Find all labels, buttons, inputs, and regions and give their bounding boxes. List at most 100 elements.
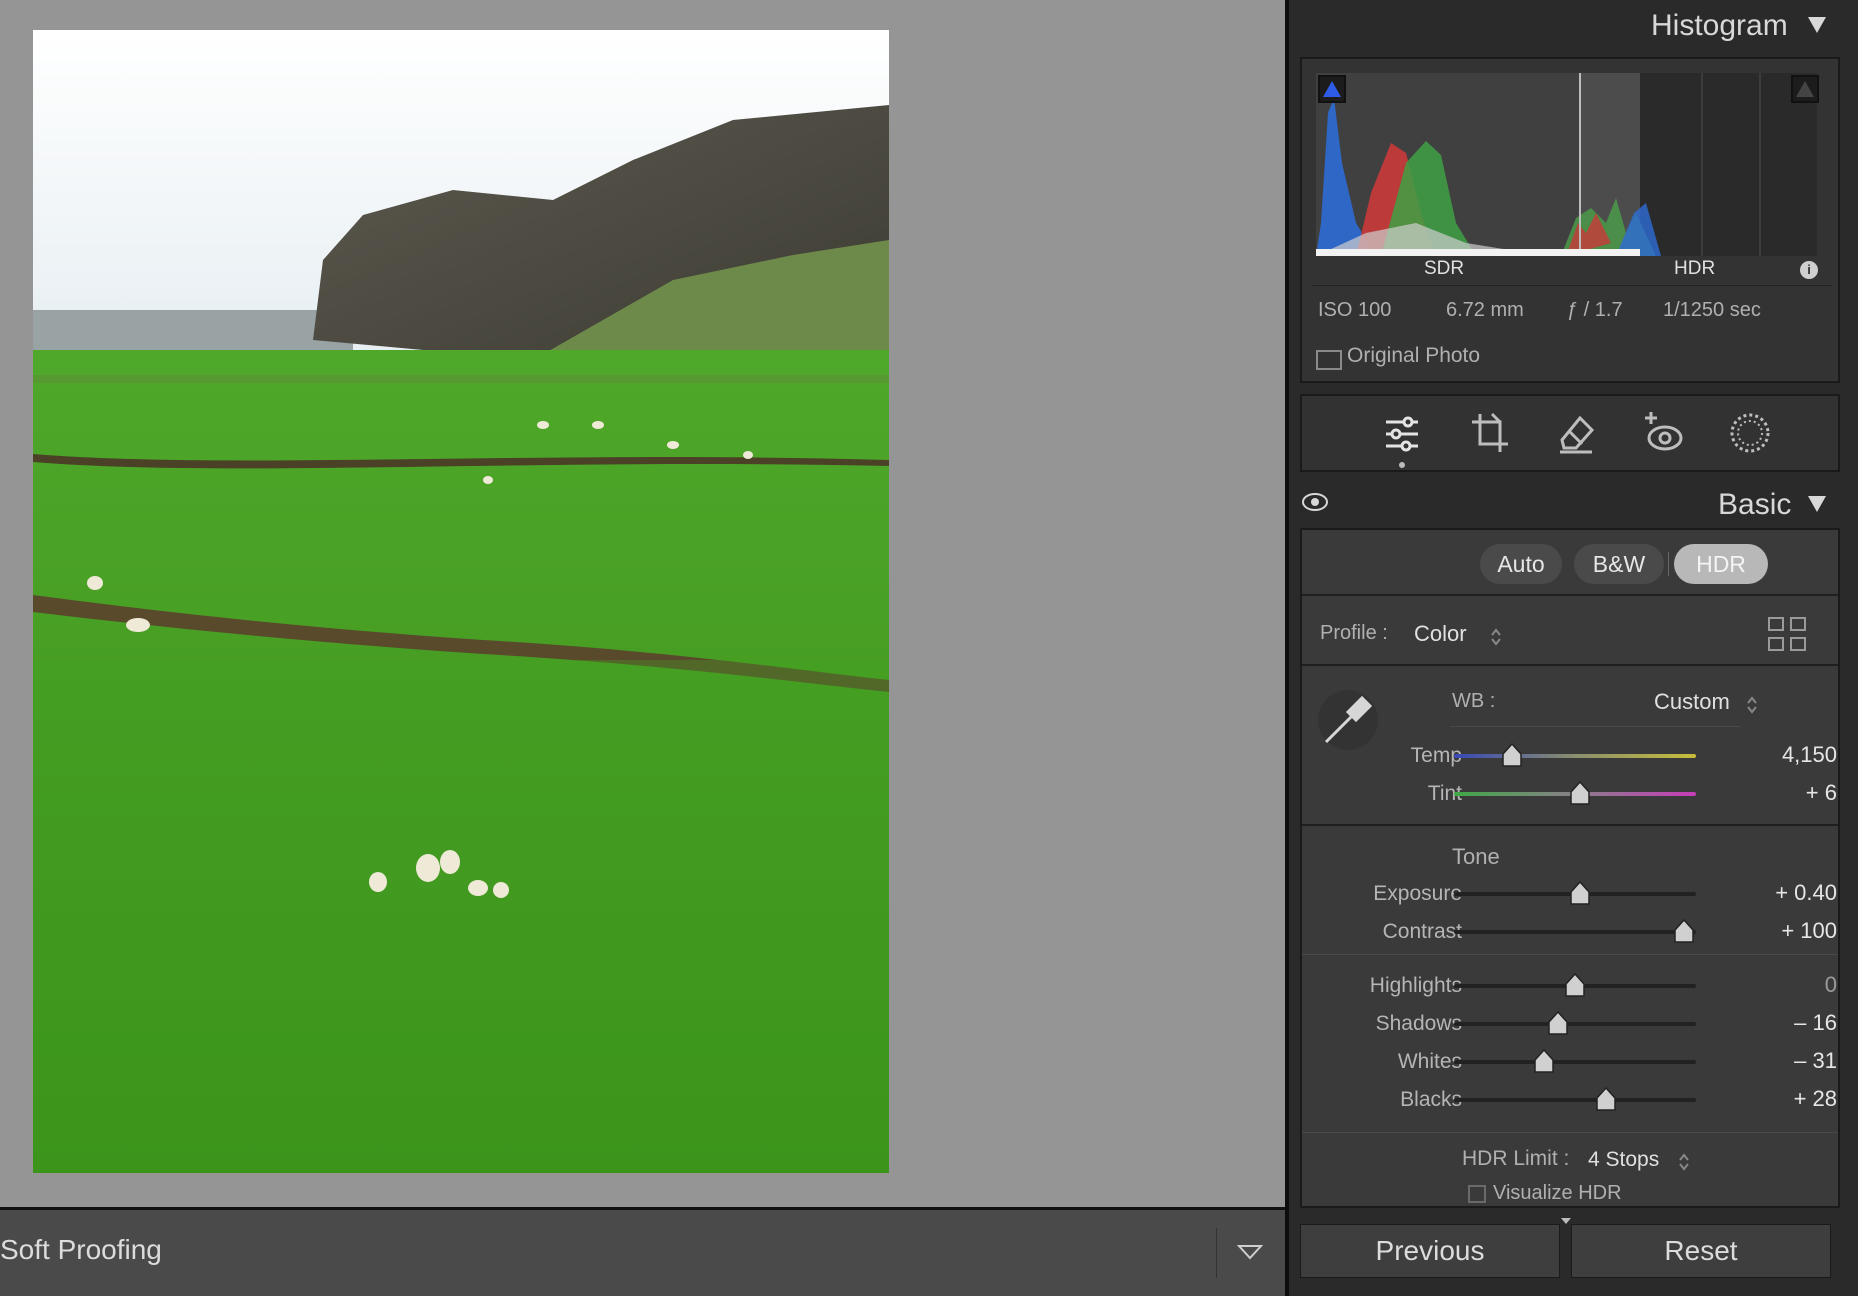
exposure-value[interactable]: + 0.40 [1707,880,1837,906]
contrast-slider-thumb[interactable] [1673,918,1695,944]
aperture-info: ƒ / 1.7 [1567,299,1623,321]
edit-icon[interactable] [1382,414,1422,459]
temp-label: Temp [1410,744,1462,767]
basic-panel: Auto B&W HDR Profile : Color WB : Custom… [1300,528,1840,1208]
highlights-value[interactable]: 0 [1707,972,1837,998]
hdr-limit-dropdown[interactable]: 4 Stops [1588,1148,1659,1172]
shadows-slider[interactable] [1454,1010,1696,1038]
histogram-chart [1316,73,1817,256]
tint-slider[interactable] [1454,780,1696,808]
focal-length-info: 6.72 mm [1446,299,1524,321]
profile-dropdown[interactable]: Color [1414,621,1467,647]
mask-icon[interactable] [1729,412,1771,459]
shadows-value[interactable]: – 16 [1707,1010,1837,1036]
blacks-label: Blacks [1400,1088,1462,1111]
exposure-slider-thumb[interactable] [1569,880,1591,906]
temp-value[interactable]: 4,150 [1707,742,1837,768]
active-tool-indicator [1399,462,1405,468]
wb-label: WB : [1452,690,1496,712]
profile-browser-grid-icon[interactable] [1767,616,1807,657]
histogram-panel: SDR HDR i ISO 100 6.72 mm ƒ / 1.7 1/1250… [1300,57,1840,383]
section-divider [1302,664,1838,666]
temp-slider-track [1454,754,1696,758]
basic-collapse-icon[interactable] [1807,495,1827,518]
contrast-slider[interactable] [1454,918,1696,946]
blacks-value[interactable]: + 28 [1707,1086,1837,1112]
contrast-value[interactable]: + 100 [1707,918,1837,944]
exposure-label: Exposure [1373,882,1462,905]
info-icon[interactable]: i [1800,261,1818,279]
shadows-slider-track [1454,1022,1696,1026]
histogram-divider [1312,285,1832,286]
toolbar-menu-chevron-icon[interactable] [1236,1244,1264,1265]
right-panel: Histogram SDR HDR i ISO 100 6.72 mm ƒ / … [1289,0,1858,1296]
original-photo-label[interactable]: Original Photo [1347,344,1480,368]
shadows-slider-thumb[interactable] [1547,1010,1569,1036]
shadows-label: Shadows [1375,1012,1462,1035]
wb-stepper-icon[interactable] [1746,695,1758,720]
hdr-label: HDR [1674,258,1716,279]
histogram-collapse-icon[interactable] [1807,16,1827,39]
auto-button[interactable]: Auto [1480,544,1562,584]
section-divider [1302,824,1838,826]
wb-eyedropper-button[interactable] [1318,690,1378,750]
profile-stepper-icon[interactable] [1490,627,1502,652]
whites-slider[interactable] [1454,1048,1696,1076]
histogram-title[interactable]: Histogram [1651,9,1788,43]
soft-proofing-label[interactable]: Soft Proofing [0,1234,162,1266]
contrast-slider-track [1454,930,1696,934]
tint-label: Tint [1427,782,1462,805]
basic-title[interactable]: Basic [1718,488,1791,522]
original-photo-checkbox[interactable] [1316,350,1342,370]
tone-heading: Tone [1452,844,1500,869]
subsection-divider [1302,954,1838,955]
wb-dropdown[interactable]: Custom [1654,689,1730,715]
blacks-slider[interactable] [1454,1086,1696,1114]
eyedropper-icon [1324,695,1373,744]
histogram-graph[interactable] [1316,73,1817,256]
subsection-divider [1302,1132,1838,1133]
button-separator [1668,552,1669,576]
highlights-slider-thumb[interactable] [1564,972,1586,998]
sdr-label: SDR [1424,258,1465,279]
iso-info: ISO 100 [1318,299,1392,321]
shadow-clipping-toggle[interactable] [1318,75,1346,103]
tool-strip [1300,394,1840,472]
triangle-up-icon [1796,81,1814,97]
whites-value[interactable]: – 31 [1707,1048,1837,1074]
temp-slider[interactable] [1454,742,1696,770]
previous-button[interactable]: Previous [1300,1224,1560,1278]
photo-image [33,30,889,1173]
blacks-slider-thumb[interactable] [1595,1086,1617,1112]
hdr-limit-label: HDR Limit : [1462,1147,1570,1170]
bottom-toolbar: Soft Proofing [0,1207,1285,1296]
highlights-slider[interactable] [1454,972,1696,1000]
tint-slider-thumb[interactable] [1569,780,1591,806]
hdr-button[interactable]: HDR [1674,544,1768,584]
triangle-up-icon [1323,81,1341,97]
bw-button[interactable]: B&W [1574,544,1664,584]
blacks-slider-track [1454,1098,1696,1102]
whites-slider-track [1454,1060,1696,1064]
profile-label: Profile : [1320,622,1388,644]
visibility-eye-icon[interactable] [1302,493,1328,516]
temp-slider-thumb[interactable] [1501,742,1523,768]
heal-icon[interactable] [1556,412,1596,459]
wb-underline [1450,726,1740,727]
visualize-hdr-label[interactable]: Visualize HDR [1493,1182,1622,1205]
shutter-info: 1/1250 sec [1663,299,1761,321]
visualize-hdr-checkbox[interactable] [1468,1185,1486,1203]
highlight-clipping-toggle[interactable] [1791,75,1819,103]
highlights-label: Highlights [1369,974,1462,997]
hdr-limit-stepper-icon[interactable] [1678,1152,1690,1177]
whites-slider-thumb[interactable] [1533,1048,1555,1074]
reset-button[interactable]: Reset [1571,1224,1831,1278]
section-divider [1302,594,1838,596]
exposure-slider[interactable] [1454,880,1696,908]
photo-preview[interactable] [33,30,889,1173]
crop-icon[interactable] [1470,412,1510,459]
tint-value[interactable]: + 6 [1707,780,1837,806]
whites-label: Whites [1397,1050,1462,1073]
redeye-icon[interactable] [1643,410,1683,459]
contrast-label: Contrast [1382,920,1462,943]
